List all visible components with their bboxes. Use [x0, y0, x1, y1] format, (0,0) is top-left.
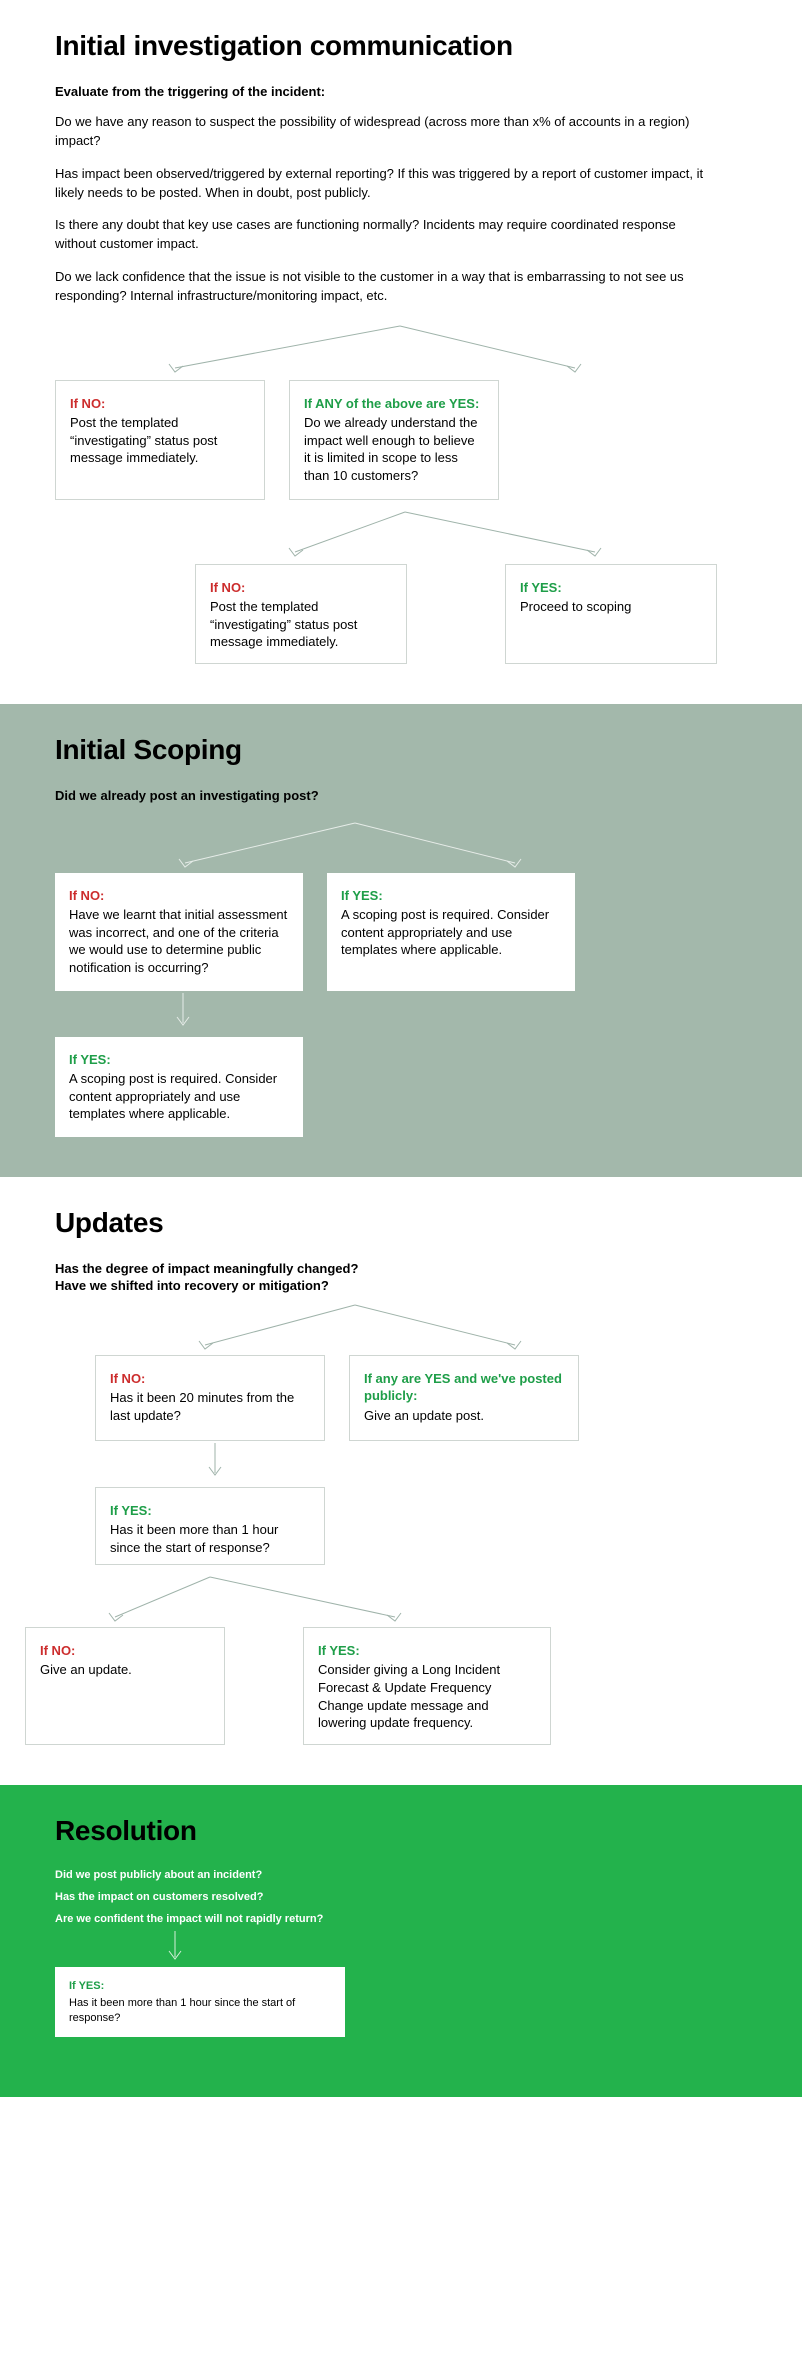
- row-1: If NO: Post the templated “investigating…: [55, 380, 747, 500]
- res-q1: Did we post publicly about an incident?: [55, 1869, 747, 1881]
- card-body: A scoping post is required. Consider con…: [341, 906, 561, 959]
- section-resolution: Resolution Did we post publicly about an…: [0, 1785, 802, 2098]
- card-upd-yes-3: If YES: Consider giving a Long Incident …: [303, 1627, 551, 1745]
- updates-q2: Have we shifted into recovery or mitigat…: [55, 1278, 747, 1293]
- cond-label: If YES:: [110, 1502, 310, 1520]
- section-title: Initial Scoping: [55, 734, 747, 766]
- fork-connector: [55, 817, 747, 873]
- row-2: If NO: Post the templated “investigating…: [195, 564, 747, 664]
- cond-label: If NO:: [40, 1642, 210, 1660]
- card-body: Has it been more than 1 hour since the s…: [110, 1521, 310, 1556]
- eval-q4: Do we lack confidence that the issue is …: [55, 268, 715, 306]
- row-upd-2: If NO: Give an update. If YES: Consider …: [25, 1627, 747, 1745]
- row-upd-1: If NO: Has it been 20 minutes from the l…: [95, 1355, 747, 1441]
- cond-label: If any are YES and we've posted publicly…: [364, 1370, 564, 1405]
- eval-q3: Is there any doubt that key use cases ar…: [55, 216, 715, 254]
- card-body: Consider giving a Long Incident Forecast…: [318, 1661, 536, 1731]
- cond-label: If YES:: [69, 1051, 289, 1069]
- scoping-question: Did we already post an investigating pos…: [55, 788, 747, 803]
- drop-connector: [173, 991, 747, 1037]
- cond-label: If YES:: [318, 1642, 536, 1660]
- card-body: A scoping post is required. Consider con…: [69, 1070, 289, 1123]
- cond-label: If YES:: [69, 1979, 331, 1994]
- card-res-yes: If YES: Has it been more than 1 hour sin…: [55, 1967, 345, 2038]
- card-body: Post the templated “investigating” statu…: [70, 414, 250, 467]
- card-body: Have we learnt that initial assessment w…: [69, 906, 289, 976]
- row-scoping-1: If NO: Have we learnt that initial asses…: [55, 873, 747, 991]
- eval-q2: Has impact been observed/triggered by ex…: [55, 165, 715, 203]
- cond-label: If YES:: [341, 887, 561, 905]
- card-body: Has it been more than 1 hour since the s…: [69, 1996, 331, 2026]
- card-body: Give an update post.: [364, 1407, 564, 1425]
- cond-label: If ANY of the above are YES:: [304, 395, 484, 413]
- fork-connector-2: [55, 1571, 747, 1627]
- card-scope-no: If NO: Have we learnt that initial asses…: [55, 873, 303, 991]
- card-upd-no: If NO: Has it been 20 minutes from the l…: [95, 1355, 325, 1441]
- cond-label: If NO:: [210, 579, 392, 597]
- fork-connector: [55, 320, 747, 380]
- updates-q1: Has the degree of impact meaningfully ch…: [55, 1261, 747, 1276]
- card-scope-yes: If YES: A scoping post is required. Cons…: [327, 873, 575, 991]
- card-if-yes-proceed: If YES: Proceed to scoping: [505, 564, 717, 664]
- section-updates: Updates Has the degree of impact meaning…: [0, 1177, 802, 1785]
- card-upd-yes-2: If YES: Has it been more than 1 hour sin…: [95, 1487, 325, 1565]
- cond-label: If NO:: [69, 887, 289, 905]
- cond-label: If YES:: [520, 579, 702, 597]
- res-q2: Has the impact on customers resolved?: [55, 1891, 747, 1903]
- fork-connector: [55, 1299, 747, 1355]
- section-title: Initial investigation communication: [55, 30, 747, 62]
- card-body: Has it been 20 minutes from the last upd…: [110, 1389, 310, 1424]
- section-investigation: Initial investigation communication Eval…: [0, 0, 802, 704]
- section-title: Resolution: [55, 1815, 747, 1847]
- cond-label: If NO:: [70, 395, 250, 413]
- drop-connector: [165, 1929, 747, 1967]
- card-upd-no-2: If NO: Give an update.: [25, 1627, 225, 1745]
- card-body: Post the templated “investigating” statu…: [210, 598, 392, 651]
- res-q3: Are we confident the impact will not rap…: [55, 1913, 747, 1925]
- card-upd-yes: If any are YES and we've posted publicly…: [349, 1355, 579, 1441]
- card-if-any-yes: If ANY of the above are YES: Do we alrea…: [289, 380, 499, 500]
- eval-q1: Do we have any reason to suspect the pos…: [55, 113, 715, 151]
- drop-connector: [205, 1441, 747, 1487]
- section-scoping: Initial Scoping Did we already post an i…: [0, 704, 802, 1177]
- card-body: Give an update.: [40, 1661, 210, 1679]
- section-title: Updates: [55, 1207, 747, 1239]
- card-body: Do we already understand the impact well…: [304, 414, 484, 484]
- card-if-no-1: If NO: Post the templated “investigating…: [55, 380, 265, 500]
- evaluate-subhead: Evaluate from the triggering of the inci…: [55, 84, 747, 99]
- fork-connector-2: [195, 506, 747, 564]
- card-scope-yes-2: If YES: A scoping post is required. Cons…: [55, 1037, 303, 1137]
- card-if-no-2: If NO: Post the templated “investigating…: [195, 564, 407, 664]
- card-body: Proceed to scoping: [520, 598, 702, 616]
- cond-label: If NO:: [110, 1370, 310, 1388]
